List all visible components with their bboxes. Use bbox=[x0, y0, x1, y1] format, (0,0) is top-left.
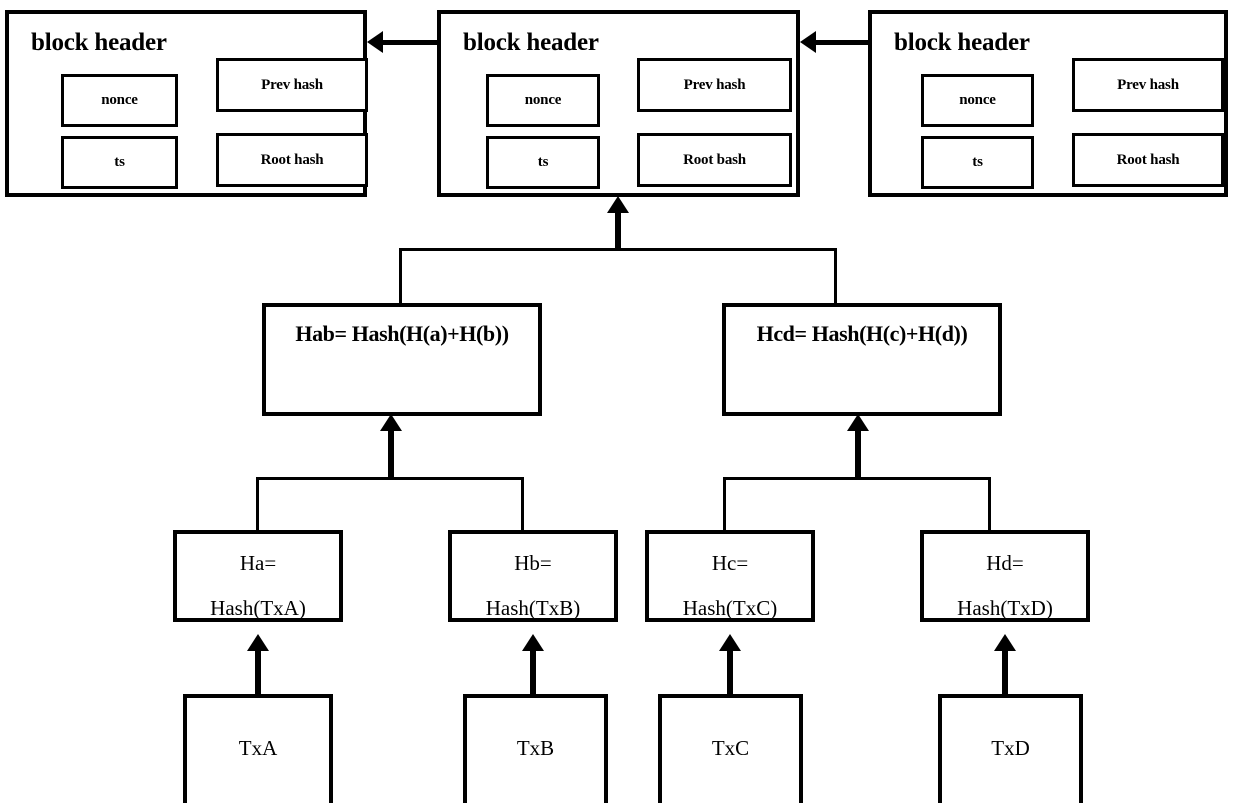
diagram-canvas: block header nonce ts Prev hash Root has… bbox=[0, 0, 1240, 803]
block-header-2-prev-hash-field: Prev hash bbox=[637, 58, 792, 112]
block-header-2: block header nonce ts Prev hash Root bas… bbox=[437, 10, 800, 197]
merkle-leaf-hc-line1: Hc= bbox=[711, 551, 749, 575]
merkle-leaf-hd-line2: Hash(TxD) bbox=[957, 596, 1053, 621]
txc-arrow-head bbox=[719, 634, 741, 651]
block-header-3-root-hash-field: Root hash bbox=[1072, 133, 1224, 187]
hab-bracket-drop-right bbox=[521, 477, 524, 531]
block-header-3-ts-field: ts bbox=[921, 136, 1034, 189]
block-header-2-nonce-field: nonce bbox=[486, 74, 600, 127]
hab-bracket-drop-left bbox=[256, 477, 259, 531]
merkle-node-hcd: Hcd= Hash(H(c)+H(d)) bbox=[722, 303, 1002, 416]
chain-arrow-block3-to-block2-head bbox=[800, 31, 816, 53]
chain-arrow-block2-to-block1-stem bbox=[383, 40, 437, 45]
chain-arrow-block3-to-block2-stem bbox=[816, 40, 868, 45]
transaction-txa: TxA bbox=[183, 694, 333, 803]
merkle-leaf-ha-line2: Hash(TxA) bbox=[210, 596, 306, 621]
block-header-2-root-hash-field: Root bash bbox=[637, 133, 792, 187]
chain-arrow-block2-to-block1-head bbox=[367, 31, 383, 53]
merkle-node-hcd-label: Hcd= Hash(H(c)+H(d)) bbox=[756, 321, 968, 346]
block-header-1-title: block header bbox=[31, 29, 167, 56]
merkle-root-bracket-horizontal bbox=[399, 248, 837, 251]
hab-arrow-stem bbox=[388, 428, 394, 478]
hcd-bracket-drop-left bbox=[723, 477, 726, 531]
txd-arrow-stem bbox=[1002, 648, 1008, 694]
txb-arrow-stem bbox=[530, 648, 536, 694]
txc-arrow-stem bbox=[727, 648, 733, 694]
merkle-root-arrow-head bbox=[607, 196, 629, 213]
merkle-leaf-hc-line2: Hash(TxC) bbox=[682, 596, 778, 621]
hcd-bracket-horizontal bbox=[723, 477, 991, 480]
transaction-txa-label: TxA bbox=[238, 736, 278, 760]
block-header-1-ts-field: ts bbox=[61, 136, 178, 189]
merkle-leaf-hb-line1: Hb= bbox=[514, 551, 552, 575]
block-header-1: block header nonce ts Prev hash Root has… bbox=[5, 10, 368, 197]
block-header-1-root-hash-field: Root hash bbox=[216, 133, 368, 187]
transaction-txc: TxC bbox=[658, 694, 803, 803]
txa-arrow-head bbox=[247, 634, 269, 651]
merkle-node-hab-label: Hab= Hash(H(a)+H(b)) bbox=[295, 321, 509, 346]
merkle-leaf-hb: Hb= Hash(TxB) bbox=[448, 530, 618, 622]
transaction-txd-label: TxD bbox=[991, 736, 1030, 760]
block-header-1-nonce-field: nonce bbox=[61, 74, 178, 127]
hab-bracket-horizontal bbox=[256, 477, 524, 480]
merkle-leaf-hd: Hd= Hash(TxD) bbox=[920, 530, 1090, 622]
txa-arrow-stem bbox=[255, 648, 261, 694]
block-header-2-ts-field: ts bbox=[486, 136, 600, 189]
merkle-leaf-hb-line2: Hash(TxB) bbox=[485, 596, 581, 621]
merkle-root-arrow-stem bbox=[615, 208, 621, 250]
txb-arrow-head bbox=[522, 634, 544, 651]
hcd-arrow-stem bbox=[855, 428, 861, 478]
merkle-leaf-ha-line1: Ha= bbox=[239, 551, 277, 575]
block-header-1-prev-hash-field: Prev hash bbox=[216, 58, 368, 112]
transaction-txb: TxB bbox=[463, 694, 608, 803]
transaction-txc-label: TxC bbox=[711, 736, 750, 760]
transaction-txd: TxD bbox=[938, 694, 1083, 803]
block-header-3-title: block header bbox=[894, 29, 1030, 56]
merkle-node-hab: Hab= Hash(H(a)+H(b)) bbox=[262, 303, 542, 416]
merkle-root-bracket-drop-right bbox=[834, 248, 837, 304]
transaction-txb-label: TxB bbox=[516, 736, 555, 760]
merkle-root-bracket-drop-left bbox=[399, 248, 402, 304]
hcd-arrow-head bbox=[847, 414, 869, 431]
merkle-leaf-ha: Ha= Hash(TxA) bbox=[173, 530, 343, 622]
block-header-3-nonce-field: nonce bbox=[921, 74, 1034, 127]
block-header-3: block header nonce ts Prev hash Root has… bbox=[868, 10, 1228, 197]
txd-arrow-head bbox=[994, 634, 1016, 651]
block-header-2-title: block header bbox=[463, 29, 599, 56]
hcd-bracket-drop-right bbox=[988, 477, 991, 531]
block-header-3-prev-hash-field: Prev hash bbox=[1072, 58, 1224, 112]
merkle-leaf-hd-line1: Hd= bbox=[986, 551, 1024, 575]
hab-arrow-head bbox=[380, 414, 402, 431]
merkle-leaf-hc: Hc= Hash(TxC) bbox=[645, 530, 815, 622]
